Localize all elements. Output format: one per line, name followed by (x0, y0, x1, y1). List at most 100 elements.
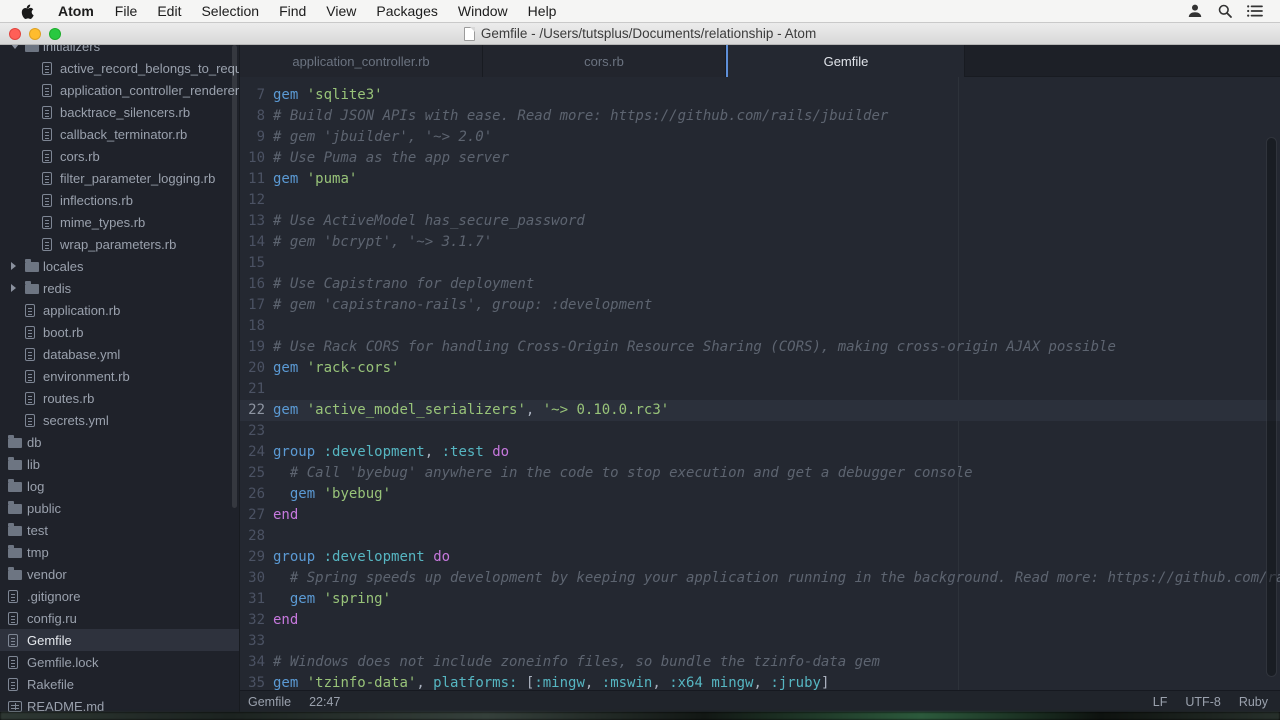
code-line-22[interactable]: 22 gem 'active_model_serializers', '~> 0.… (240, 400, 1280, 421)
menu-item-packages[interactable]: Packages (366, 0, 447, 23)
tree-item-label: public (27, 500, 61, 516)
status-grammar[interactable]: Ruby (1239, 695, 1268, 709)
title-bar[interactable]: Gemfile - /Users/tutsplus/Documents/rela… (0, 23, 1280, 45)
code-line-35[interactable]: 35 gem 'tzinfo-data', platforms: [:mingw,… (240, 673, 1280, 690)
code-line-23[interactable]: 23 (240, 421, 1280, 442)
code-line-13[interactable]: 13 # Use ActiveModel has_secure_password (240, 211, 1280, 232)
tree-item-log[interactable]: log (0, 475, 239, 497)
code-line-18[interactable]: 18 (240, 316, 1280, 337)
tree-item-backtrace-silencers-rb[interactable]: backtrace_silencers.rb (0, 101, 239, 123)
menu-item-view[interactable]: View (316, 0, 366, 23)
tree-item-filter-parameter-logging-rb[interactable]: filter_parameter_logging.rb (0, 167, 239, 189)
tree-item-routes-rb[interactable]: routes.rb (0, 387, 239, 409)
menu-item-window[interactable]: Window (448, 0, 518, 23)
tree-item-label: Gemfile (27, 632, 72, 648)
chevron-down-icon[interactable] (11, 45, 19, 49)
code-line-25[interactable]: 25 # Call 'byebug' anywhere in the code … (240, 463, 1280, 484)
status-encoding[interactable]: UTF-8 (1185, 695, 1220, 709)
search-icon[interactable] (1214, 2, 1236, 20)
tree-item-rakefile[interactable]: Rakefile (0, 673, 239, 695)
code-line-32[interactable]: 32 end (240, 610, 1280, 631)
tree-item-cors-rb[interactable]: cors.rb (0, 145, 239, 167)
tab-label: application_controller.rb (292, 53, 430, 69)
tree-item-locales[interactable]: locales (0, 255, 239, 277)
code-line-21[interactable]: 21 (240, 379, 1280, 400)
code-line-8[interactable]: 8 # Build JSON APIs with ease. Read more:… (240, 106, 1280, 127)
editor[interactable]: 7 gem 'sqlite3' 8 # Build JSON APIs with ea… (240, 77, 1280, 690)
status-file-name[interactable]: Gemfile (248, 695, 291, 709)
code-line-27[interactable]: 27 end (240, 505, 1280, 526)
tree-item-callback-terminator-rb[interactable]: callback_terminator.rb (0, 123, 239, 145)
tree-item-mime-types-rb[interactable]: mime_types.rb (0, 211, 239, 233)
code-line-20[interactable]: 20 gem 'rack-cors' (240, 358, 1280, 379)
code-line-11[interactable]: 11 gem 'puma' (240, 169, 1280, 190)
tree-scrollbar-thumb[interactable] (232, 45, 237, 508)
apple-menu[interactable] (20, 3, 37, 20)
tree-item-inflections-rb[interactable]: inflections.rb (0, 189, 239, 211)
menu-item-selection[interactable]: Selection (191, 0, 269, 23)
menu-item-file[interactable]: File (105, 0, 148, 23)
tree-item-public[interactable]: public (0, 497, 239, 519)
code-line-28[interactable]: 28 (240, 526, 1280, 547)
tree-item-application-controller-renderer-rb[interactable]: application_controller_renderer.rb (0, 79, 239, 101)
code-line-15[interactable]: 15 (240, 253, 1280, 274)
file-icon (42, 149, 52, 163)
code-line-29[interactable]: 29 group :development do (240, 547, 1280, 568)
folder-icon (25, 45, 39, 52)
code-text: gem 'puma' (273, 171, 358, 187)
code-line-33[interactable]: 33 (240, 631, 1280, 652)
tab-gemfile[interactable]: Gemfile (726, 45, 965, 78)
tree-item-tmp[interactable]: tmp (0, 541, 239, 563)
tree-item-label: callback_terminator.rb (60, 126, 188, 142)
tree-item-gemfile-lock[interactable]: Gemfile.lock (0, 651, 239, 673)
code-text: gem 'active_model_serializers', '~> 0.10… (273, 402, 670, 418)
code-line-14[interactable]: 14 # gem 'bcrypt', '~> 3.1.7' (240, 232, 1280, 253)
code-line-30[interactable]: 30 # Spring speeds up development by kee… (240, 568, 1280, 589)
tree-item-redis[interactable]: redis (0, 277, 239, 299)
code-line-12[interactable]: 12 (240, 190, 1280, 211)
status-cursor-position[interactable]: 22:47 (309, 695, 340, 709)
tree-item-environment-rb[interactable]: environment.rb (0, 365, 239, 387)
tree-item-application-rb[interactable]: application.rb (0, 299, 239, 321)
tree-item-db[interactable]: db (0, 431, 239, 453)
code-line-17[interactable]: 17 # gem 'capistrano-rails', group: :deve… (240, 295, 1280, 316)
tree-item-gemfile[interactable]: Gemfile (0, 629, 239, 651)
tree-item-active-record-belongs-to-required[interactable]: active_record_belongs_to_required (0, 57, 239, 79)
tree-item-vendor[interactable]: vendor (0, 563, 239, 585)
code-line-26[interactable]: 26 gem 'byebug' (240, 484, 1280, 505)
zoom-button[interactable] (49, 28, 61, 40)
tab-cors[interactable]: cors.rb (483, 45, 726, 77)
tree-item-gitignore[interactable]: .gitignore (0, 585, 239, 607)
code-line-7[interactable]: 7 gem 'sqlite3' (240, 85, 1280, 106)
tree-item-label: routes.rb (43, 390, 95, 406)
chevron-right-icon[interactable] (11, 262, 16, 270)
menu-item-atom[interactable]: Atom (47, 0, 105, 23)
code-line-19[interactable]: 19 # Use Rack CORS for handling Cross-Ori… (240, 337, 1280, 358)
menu-item-find[interactable]: Find (269, 0, 316, 23)
list-icon[interactable] (1244, 2, 1266, 20)
code-line-24[interactable]: 24 group :development, :test do (240, 442, 1280, 463)
code-line-10[interactable]: 10 # Use Puma as the app server (240, 148, 1280, 169)
tree-item-database-yml[interactable]: database.yml (0, 343, 239, 365)
tree-item-boot-rb[interactable]: boot.rb (0, 321, 239, 343)
menu-item-edit[interactable]: Edit (147, 0, 191, 23)
tree-item-test[interactable]: test (0, 519, 239, 541)
close-button[interactable] (9, 28, 21, 40)
status-line-ending[interactable]: LF (1153, 695, 1168, 709)
tree-item-lib[interactable]: lib (0, 453, 239, 475)
tab-application-controller[interactable]: application_controller.rb (240, 45, 483, 77)
tree-item-initializers[interactable]: initializers (0, 45, 239, 57)
editor-scrollbar-thumb[interactable] (1266, 137, 1277, 677)
tree-item-readme-md[interactable]: README.md (0, 695, 239, 712)
tree-item-config-ru[interactable]: config.ru (0, 607, 239, 629)
tree-item-secrets-yml[interactable]: secrets.yml (0, 409, 239, 431)
minimize-button[interactable] (29, 28, 41, 40)
code-line-31[interactable]: 31 gem 'spring' (240, 589, 1280, 610)
chevron-right-icon[interactable] (11, 284, 16, 292)
code-line-16[interactable]: 16 # Use Capistrano for deployment (240, 274, 1280, 295)
user-icon[interactable] (1184, 2, 1206, 20)
code-line-34[interactable]: 34 # Windows does not include zoneinfo fi… (240, 652, 1280, 673)
tree-item-wrap-parameters-rb[interactable]: wrap_parameters.rb (0, 233, 239, 255)
menu-item-help[interactable]: Help (518, 0, 567, 23)
code-line-9[interactable]: 9 # gem 'jbuilder', '~> 2.0' (240, 127, 1280, 148)
